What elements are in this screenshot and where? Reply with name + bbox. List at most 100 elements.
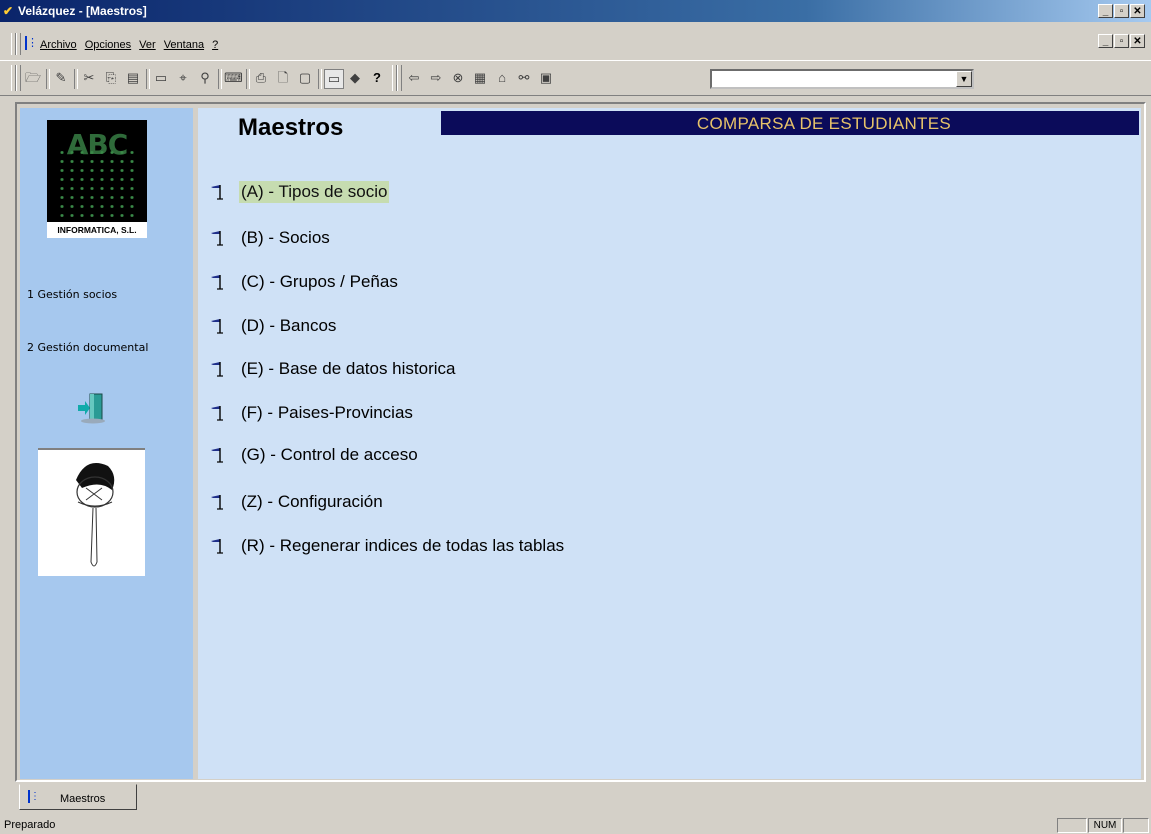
menu-item-regenerar-indices[interactable]: (R) - Regenerar indices de todas las tab… [208,534,566,558]
menu-item-label: (R) - Regenerar indices de todas las tab… [241,536,565,555]
sidebar-item-gestion-documental[interactable]: 2 Gestión documental [27,341,148,354]
page-title: Maestros [238,114,344,141]
header-banner-text: COMPARSA DE ESTUDIANTES [696,114,951,133]
tab-maestros[interactable]: ⋮ Maestros [19,784,137,810]
print-icon[interactable]: ⎙ [252,69,270,87]
status-panel-caps [1057,818,1087,833]
tab-label: Maestros [60,793,106,805]
window-title: Velázquez - [Maestros] [18,4,147,18]
menu-item-tipos-de-socio[interactable]: (A) - Tipos de socio [208,180,390,204]
toolbar: 🗁 ✎ ✂ ⎘ ▤ ▭ ⌖ ⚲ ⌨ ⎙ 🗋 ▢ ▭ ◆ ? ⇦ ⇨ ⊗ ▦ ⌂ … [0,60,1151,96]
help-icon[interactable]: ? [368,69,386,87]
app-icon[interactable]: ✔ [3,4,13,18]
menu-archivo[interactable]: Archivo [40,39,77,51]
menu-item-label: (Z) - Configuración [241,492,383,511]
scanner-icon[interactable]: ⌨ [224,69,243,87]
screen-icon[interactable]: ▭ [324,69,344,89]
window-icon[interactable]: ▭ [152,69,170,87]
home-icon[interactable]: ⌂ [493,69,511,87]
mascot-image [38,448,145,576]
menu-item-label: (B) - Socios [241,228,330,247]
menu-grip-2 [16,33,21,55]
flag-icon [211,539,223,554]
refresh-icon[interactable]: ▦ [471,69,489,87]
edit-icon[interactable]: ✎ [52,69,70,87]
minimize-icon[interactable]: _ [1098,4,1113,18]
header-banner: COMPARSA DE ESTUDIANTES [441,111,1139,135]
menu-item-configuracion[interactable]: (Z) - Configuración [208,490,385,514]
copy-icon[interactable]: ⎘ [102,69,120,87]
menu-item-paises-provincias[interactable]: (F) - Paises-Provincias [208,401,415,425]
menu-item-label: (G) - Control de acceso [241,445,418,464]
flag-icon [211,495,223,510]
back-arrow-icon[interactable]: ⇦ [405,69,423,87]
flag-icon [211,406,223,421]
restore-icon[interactable]: ▫ [1114,4,1129,18]
flag-icon [211,362,223,377]
find-icon[interactable]: ⌖ [174,69,192,87]
logo-grid [57,148,137,218]
menu-item-label: (E) - Base de datos historica [241,359,456,378]
menu-item-label: (F) - Paises-Provincias [241,403,413,422]
logo-caption: INFORMATICA, S.L. [47,222,147,238]
flag-icon [211,185,223,200]
menu-help[interactable]: ? [212,39,218,51]
menu-item-control-acceso[interactable]: (G) - Control de acceso [208,443,420,467]
stop-icon[interactable]: ⊗ [449,69,467,87]
toolbar-grip-2 [16,65,21,91]
mdi-document-icon[interactable]: ⋮ [25,36,40,50]
flag-icon [211,448,223,463]
mdi-window-controls: _ ▫ ✕ [1098,34,1145,48]
menu-item-label: (D) - Bancos [241,316,337,335]
mdi-document-icon: ⋮ [28,790,40,803]
toolbar-separator [46,69,50,89]
menu-bar: ⋮ Archivo Opciones Ver Ventana ? _ ▫ ✕ [0,31,1151,57]
cut-icon[interactable]: ✂ [80,69,98,87]
menu-item-grupos-penas[interactable]: (C) - Grupos / Peñas [208,270,400,294]
zoom-icon[interactable]: ⚲ [196,69,214,87]
menu-items: Archivo Opciones Ver Ventana ? [40,39,218,51]
search-binoculars-icon[interactable]: ⚯ [515,69,533,87]
close-icon[interactable]: ✕ [1130,4,1145,18]
status-panel-scroll [1123,818,1149,833]
flag-icon [211,275,223,290]
print-preview-icon[interactable]: 🗋 [274,69,292,87]
toolbar-separator [318,69,322,89]
main-panel: Maestros COMPARSA DE ESTUDIANTES (A) - T… [198,108,1141,779]
menu-item-base-datos-historica[interactable]: (E) - Base de datos historica [208,357,457,381]
page-icon[interactable]: ▢ [296,69,314,87]
menu-item-label: (C) - Grupos / Peñas [241,272,398,291]
forward-arrow-icon[interactable]: ⇨ [427,69,445,87]
toolbar-separator [74,69,78,89]
eraser-icon[interactable]: ◆ [346,69,364,87]
menu-ventana[interactable]: Ventana [164,39,204,51]
sidebar-item-gestion-socios[interactable]: 1 Gestión socios [27,288,117,301]
mdi-minimize-icon[interactable]: _ [1098,34,1113,48]
sidebar: ABC INFORMATICA, S.L. 1 Gestión socios 2… [20,108,193,779]
menu-opciones[interactable]: Opciones [85,39,131,51]
menu-item-label: (A) - Tipos de socio [239,181,390,203]
company-logo: ABC INFORMATICA, S.L. [47,120,147,238]
flag-icon [211,231,223,246]
toolbar-grip-4 [397,65,402,91]
window-controls: _ ▫ ✕ [1098,4,1145,18]
title-bar: ✔ Velázquez - [Maestros] _ ▫ ✕ [0,0,1151,22]
doc-icon[interactable]: ▣ [537,69,555,87]
mdi-close-icon[interactable]: ✕ [1130,34,1145,48]
toolbar-separator [146,69,150,89]
menu-item-socios[interactable]: (B) - Socios [208,226,332,250]
open-folder-icon[interactable]: 🗁 [24,69,42,87]
mdi-restore-icon[interactable]: ▫ [1114,34,1129,48]
status-panel-num: NUM [1088,818,1122,833]
paste-icon[interactable]: ▤ [124,69,142,87]
menu-item-bancos[interactable]: (D) - Bancos [208,314,338,338]
menu-ver[interactable]: Ver [139,39,156,51]
status-bar: Preparado NUM [0,816,1151,834]
address-combo[interactable]: ▼ [710,69,974,89]
window-tab-bar: ⋮ Maestros [15,784,1146,812]
toolbar-separator [218,69,222,89]
chevron-down-icon[interactable]: ▼ [956,71,972,87]
exit-door-icon[interactable] [76,392,106,424]
toolbar-separator [246,69,250,89]
flag-icon [211,319,223,334]
